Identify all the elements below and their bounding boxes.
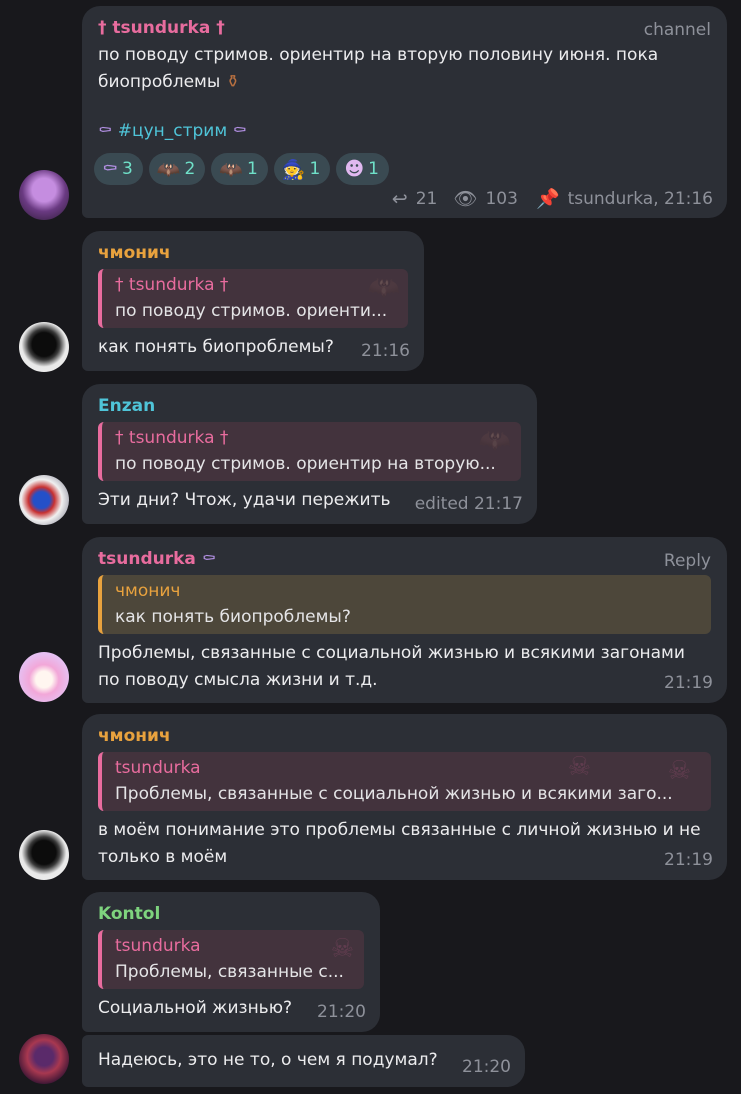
avatar[interactable] — [19, 170, 69, 220]
sender-name-text: tsundurka — [98, 549, 196, 569]
sender-name[interactable]: tsundurka ⚰ — [98, 547, 711, 571]
message-bubble[interactable]: Kontol ☠ tsundurka Проблемы, связанные с… — [82, 892, 380, 1032]
bats-icon: 🦇 — [156, 158, 181, 181]
avatar[interactable] — [19, 475, 69, 525]
channel-tag: channel — [643, 20, 711, 40]
message-bubble[interactable]: Enzan 🦇 † tsundurka † по поводу стримов.… — [82, 384, 537, 524]
message-time: 21:16 — [361, 341, 410, 361]
pin-icon: 📌 — [535, 188, 560, 210]
coffin-emoji: ⚱ — [225, 72, 240, 92]
avatar[interactable] — [19, 830, 69, 880]
message-stats: ↩ 21 👁 103 📌 tsundurka, 21:16 — [392, 187, 713, 211]
sender-name[interactable]: Enzan — [98, 394, 521, 418]
coffin-icon: ⚰ — [102, 158, 119, 180]
hashtag-line: ⚰ #цун_стрим ⚰ — [98, 118, 711, 145]
reaction-witch-hat[interactable]: 🧙 1 — [273, 153, 331, 185]
reply-quote[interactable]: ☠ tsundurka Проблемы, связанные с... — [98, 930, 364, 989]
reaction-sticker[interactable]: ☻ 1 — [336, 153, 389, 185]
reaction-count: 3 — [122, 159, 133, 179]
coffin-icon: ⚰ — [98, 121, 113, 141]
reply-quote[interactable]: 🦇 † tsundurka † по поводу стримов. ориен… — [98, 269, 408, 328]
eye-icon: 👁 — [453, 188, 478, 210]
quote-text: Проблемы, связанные с социальной жизнью … — [115, 784, 673, 804]
reaction-coffin[interactable]: ⚰ 3 — [94, 153, 143, 185]
hashtag-link[interactable]: #цун_стрим — [118, 121, 227, 141]
avatar[interactable] — [19, 322, 69, 372]
reactions-bar: ⚰ 3 🦇 2 🦇 1 🧙 1 ☻ 1 — [94, 153, 711, 185]
sender-name[interactable]: чмонич — [98, 724, 711, 748]
anime-face-icon: ☻ — [344, 158, 365, 180]
reaction-bats[interactable]: 🦇 2 — [148, 153, 206, 185]
signature: tsundurka, 21:16 — [567, 188, 713, 209]
message-time: edited 21:17 — [414, 494, 523, 514]
quote-sender: † tsundurka † — [115, 428, 229, 448]
view-count: 103 — [485, 188, 518, 209]
reply-count: 21 — [415, 188, 438, 209]
message-text: Проблемы, связанные с социальной жизнью … — [98, 643, 685, 690]
message-text-body: по поводу стримов. ориентир на вторую по… — [98, 45, 659, 92]
quote-sender: † tsundurka † — [115, 275, 229, 295]
coffin-icon: ⚰ — [201, 549, 217, 569]
coffin-icon: ⚰ — [232, 121, 247, 141]
quote-text: как понять биопроблемы? — [115, 607, 351, 627]
message-time: 21:19 — [664, 673, 713, 693]
avatar[interactable] — [19, 1034, 69, 1084]
bat-icon: 🦇 — [219, 158, 244, 181]
message-text: в моём понимание это проблемы связанные … — [98, 820, 701, 867]
message-bubble[interactable]: чмонич 🦇 † tsundurka † по поводу стримов… — [82, 231, 424, 371]
quote-sender: tsundurka — [115, 936, 201, 956]
message-text: Надеюсь, это не то, о чем я подумал? — [98, 1050, 438, 1070]
reaction-count: 1 — [368, 159, 379, 179]
avatar[interactable] — [19, 652, 69, 702]
message-text: по поводу стримов. ориентир на вторую по… — [98, 42, 711, 96]
reply-icon[interactable]: ↩ — [392, 188, 408, 210]
quote-text: по поводу стримов. ориентир на вторую... — [115, 454, 496, 474]
quote-text: Проблемы, связанные с... — [115, 962, 344, 982]
reaction-count: 2 — [184, 159, 196, 179]
sender-name[interactable]: Kontol — [98, 902, 364, 926]
reply-quote[interactable]: ☠ ☠ tsundurka Проблемы, связанные с соци… — [98, 752, 711, 811]
message-bubble[interactable]: чмонич ☠ ☠ tsundurka Проблемы, связанные… — [82, 714, 727, 880]
message-time: 21:19 — [664, 850, 713, 870]
message-bubble[interactable]: tsundurka ⚰ Reply чмонич как понять биоп… — [82, 537, 727, 703]
quote-sender: tsundurka — [115, 758, 201, 778]
quote-sender: чмонич — [115, 581, 181, 601]
sender-name[interactable]: † tsundurka † — [98, 16, 711, 40]
reaction-bat[interactable]: 🦇 1 — [211, 153, 268, 185]
message-bubble[interactable]: Надеюсь, это не то, о чем я подумал? 21:… — [82, 1035, 525, 1087]
message-bubble[interactable]: † tsundurka † channel по поводу стримов.… — [82, 6, 727, 218]
sender-name[interactable]: чмонич — [98, 241, 408, 265]
reply-tag: Reply — [663, 551, 711, 571]
quote-text: по поводу стримов. ориенти... — [115, 301, 388, 321]
reaction-count: 1 — [247, 159, 258, 179]
message-time: 21:20 — [317, 1002, 366, 1022]
chat-history[interactable]: † tsundurka † channel по поводу стримов.… — [0, 0, 741, 1094]
reaction-count: 1 — [309, 159, 321, 179]
reply-quote[interactable]: чмонич как понять биопроблемы? — [98, 575, 711, 634]
message-time: 21:20 — [462, 1057, 511, 1077]
witch-hat-icon: 🧙 — [281, 158, 306, 181]
reply-quote[interactable]: 🦇 † tsundurka † по поводу стримов. ориен… — [98, 422, 521, 481]
